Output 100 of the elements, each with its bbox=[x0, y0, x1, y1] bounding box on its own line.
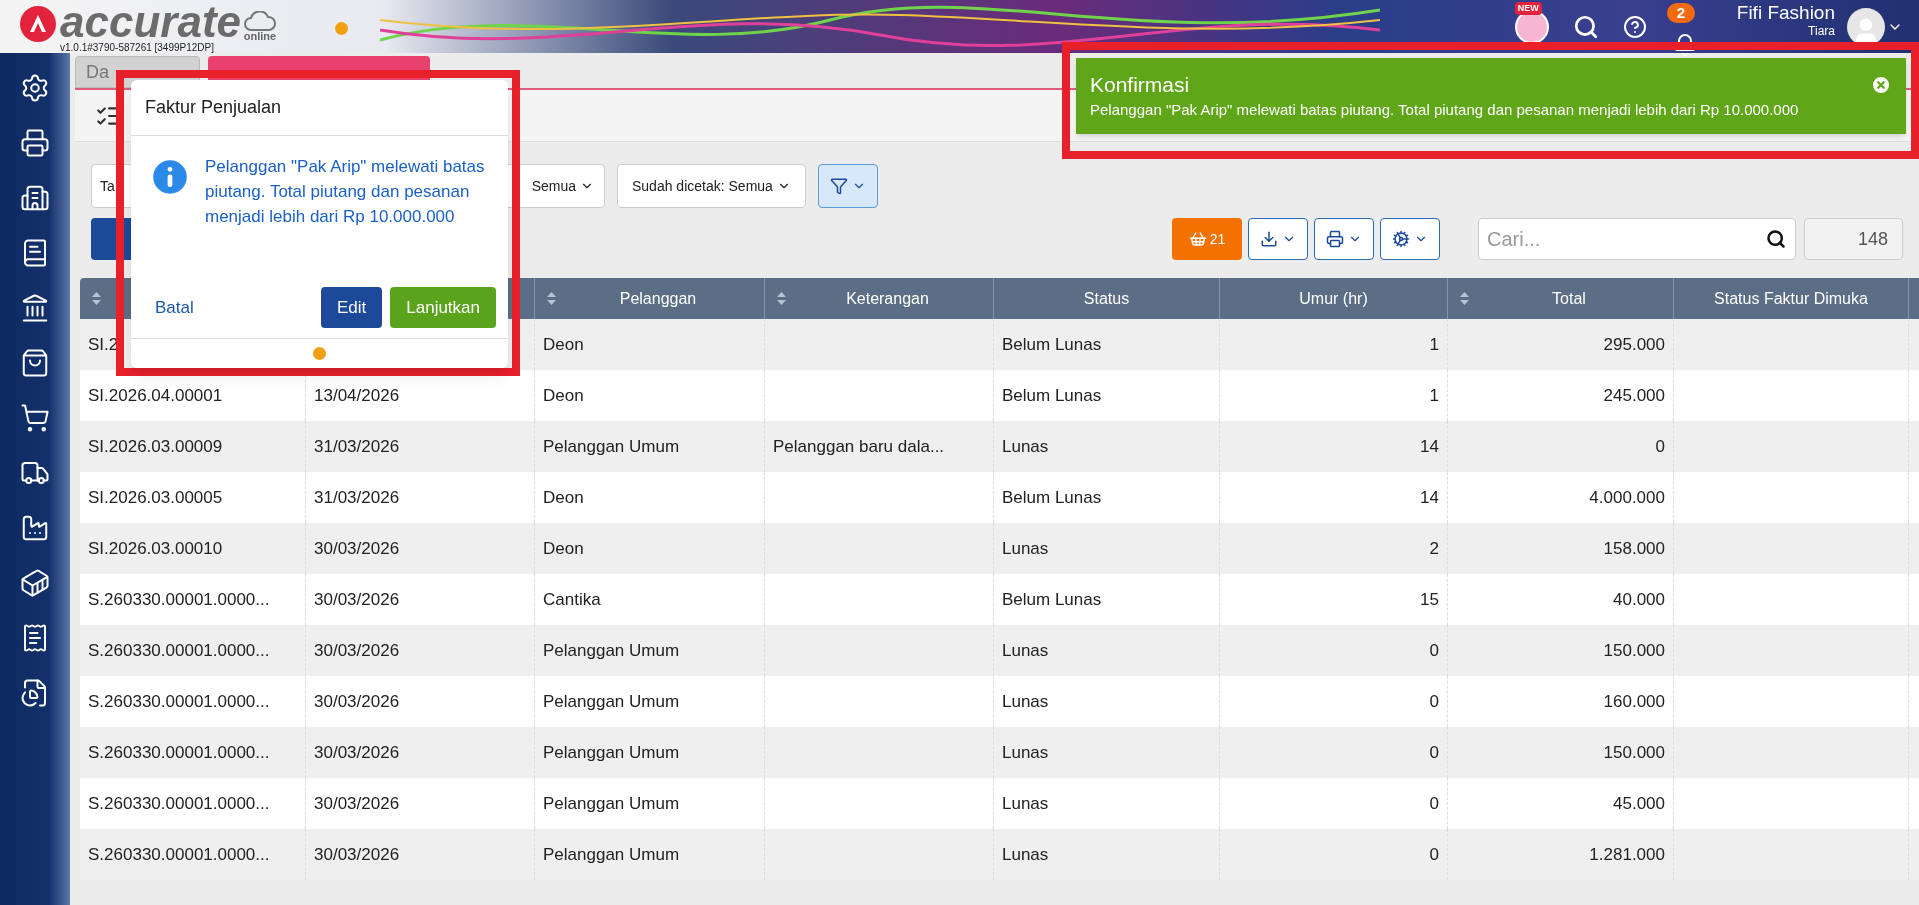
download-icon bbox=[1260, 230, 1278, 248]
table-cell-text: Lunas bbox=[1002, 843, 1049, 866]
table-cell-text: S.260330.00001.0000... bbox=[88, 741, 270, 764]
sort-icon[interactable] bbox=[92, 292, 101, 305]
table-cell-text: Deon bbox=[543, 537, 584, 560]
table-cell-text: Lunas bbox=[1002, 435, 1049, 458]
basket-icon bbox=[1188, 230, 1207, 248]
table-cell-text: SI.2026.04.00001 bbox=[88, 384, 223, 407]
continue-button[interactable]: Lanjutkan bbox=[390, 287, 496, 328]
table-cell-text: 158.000 bbox=[1603, 537, 1665, 560]
table-cell-text: S.260330.00001.0000... bbox=[88, 843, 270, 866]
settings-icon bbox=[1392, 230, 1410, 248]
sort-icon[interactable] bbox=[777, 292, 786, 305]
table-cell-text: Pelanggan Umum bbox=[543, 792, 680, 815]
basket-button[interactable]: 21 bbox=[1172, 218, 1242, 260]
filter-dropdown[interactable]: Sudah dicetak: Semua bbox=[617, 164, 806, 208]
table-cell-text: 1.281.000 bbox=[1589, 843, 1665, 866]
table-cell-text: 1 bbox=[1429, 384, 1439, 407]
filter-button[interactable] bbox=[817, 164, 878, 208]
new-badge: NEW bbox=[1514, 1, 1542, 15]
table-cell-text: Belum Lunas bbox=[1002, 588, 1102, 611]
table-cell-text: 30/03/2026 bbox=[314, 792, 400, 815]
cloud-icon bbox=[243, 11, 277, 31]
table-cell-text: 0 bbox=[1429, 792, 1439, 815]
table-cell-text: Pelanggan Umum bbox=[543, 690, 680, 713]
table-cell-text: 0 bbox=[1655, 435, 1665, 458]
table-cell-text: Lunas bbox=[1002, 537, 1049, 560]
sort-icon[interactable] bbox=[547, 292, 556, 305]
table-cell-text: 150.000 bbox=[1603, 741, 1665, 764]
column-header[interactable]: Status Faktur Dimuka bbox=[1686, 286, 1896, 311]
table-cell-text: Lunas bbox=[1002, 741, 1049, 764]
settings-icon[interactable] bbox=[20, 73, 50, 103]
table-cell-text: 4.000.000 bbox=[1589, 486, 1665, 509]
table-cell-text: Belum Lunas bbox=[1002, 384, 1102, 407]
building-icon[interactable] bbox=[20, 183, 50, 213]
table-cell-text: 295.000 bbox=[1603, 333, 1665, 356]
dialog-title: Faktur Penjualan bbox=[131, 80, 508, 136]
table-cell-text: Deon bbox=[543, 333, 584, 356]
table-cell-text: Lunas bbox=[1002, 792, 1049, 815]
table-cell-text: 13/04/2026 bbox=[314, 384, 400, 407]
bank-icon[interactable] bbox=[20, 293, 50, 323]
toast-title: Konfirmasi bbox=[1090, 72, 1190, 98]
table-cell-text: Lunas bbox=[1002, 690, 1049, 713]
download-button[interactable] bbox=[1248, 218, 1308, 260]
search-icon[interactable] bbox=[1572, 13, 1599, 40]
toast-message: Pelanggan "Pak Arip" melewati batas piutang. Total piutang dan pesanan menjadi lebih dari Rp 10.000.000 bbox=[1090, 100, 1800, 120]
table-cell-text: 40.000 bbox=[1613, 588, 1665, 611]
table-cell-text: Deon bbox=[543, 486, 584, 509]
table-cell-text: S.260330.00001.0000... bbox=[88, 639, 270, 662]
sort-icon[interactable] bbox=[1460, 292, 1469, 305]
version-text: v1.0.1#3790-587261 [3499P12DP] bbox=[60, 42, 215, 54]
settings-button[interactable] bbox=[1380, 218, 1440, 260]
factory-icon[interactable] bbox=[20, 513, 50, 543]
dialog-message: Pelanggan "Pak Arip" melewati batas piutang. Total piutang dan pesanan menjadi lebih dari Rp 10.000.000 bbox=[205, 156, 486, 228]
table-cell-text: SI.2026.03.00005 bbox=[88, 486, 223, 509]
cart-icon[interactable] bbox=[20, 403, 50, 433]
table-cell-text: Cantika bbox=[543, 588, 601, 611]
table-cell-text: 0 bbox=[1429, 639, 1439, 662]
table-cell-text: S.260330.00001.0000... bbox=[88, 690, 270, 713]
column-header[interactable]: Status bbox=[1006, 286, 1207, 311]
table-cell-text: SI.2026.03.00009 bbox=[88, 435, 223, 458]
help-icon[interactable] bbox=[1622, 14, 1647, 39]
table-cell-text: Belum Lunas bbox=[1002, 333, 1102, 356]
table-cell-text: 30/03/2026 bbox=[314, 537, 400, 560]
logo-subtext: online bbox=[243, 31, 277, 42]
table-cell-text: 45.000 bbox=[1613, 792, 1665, 815]
table-cell-text: 1 bbox=[1429, 333, 1439, 356]
table-cell-text: 30/03/2026 bbox=[314, 588, 400, 611]
search-icon[interactable] bbox=[1766, 229, 1786, 249]
column-header[interactable]: Total bbox=[1477, 286, 1661, 311]
column-header[interactable]: Umur (hr) bbox=[1232, 286, 1435, 311]
table-cell-text: 14 bbox=[1420, 435, 1439, 458]
table-cell-text: 14 bbox=[1420, 486, 1439, 509]
table-cell-text: 0 bbox=[1429, 741, 1439, 764]
close-icon[interactable] bbox=[1870, 74, 1892, 96]
table-cell-text: Deon bbox=[543, 384, 584, 407]
table-cell-text: Belum Lunas bbox=[1002, 486, 1102, 509]
table-cell-text: Lunas bbox=[1002, 639, 1049, 662]
table-cell-text: SI.2026.03.00010 bbox=[88, 537, 223, 560]
edit-button[interactable]: Edit bbox=[320, 287, 383, 328]
table-cell-text: 160.000 bbox=[1603, 690, 1665, 713]
table-cell-text: 31/03/2026 bbox=[314, 486, 400, 509]
search-field[interactable]: Cari... bbox=[1478, 218, 1796, 260]
table-cell-text: Pelanggan Umum bbox=[543, 639, 680, 662]
print-button[interactable] bbox=[1314, 218, 1374, 260]
table-cell-text: 0 bbox=[1429, 690, 1439, 713]
table-cell-text: 245.000 bbox=[1603, 384, 1665, 407]
filter-icon bbox=[829, 177, 848, 195]
table-cell-text: 30/03/2026 bbox=[314, 690, 400, 713]
table-cell-text: Pelanggan baru dala... bbox=[773, 435, 945, 458]
cancel-link[interactable]: Batal bbox=[143, 287, 206, 328]
logo-text: accurate bbox=[60, 2, 241, 42]
table-cell-text: S.260330.00001.0000... bbox=[88, 792, 270, 815]
column-header[interactable]: Pelanggan bbox=[564, 286, 752, 311]
user-name: Tiara bbox=[1808, 24, 1835, 38]
column-header[interactable]: Keterangan bbox=[794, 286, 981, 311]
printer-icon bbox=[1326, 230, 1344, 248]
logo-icon bbox=[20, 6, 56, 42]
notification-count-badge: 2 bbox=[1666, 3, 1696, 23]
table-cell-text: Pelanggan Umum bbox=[543, 741, 680, 764]
